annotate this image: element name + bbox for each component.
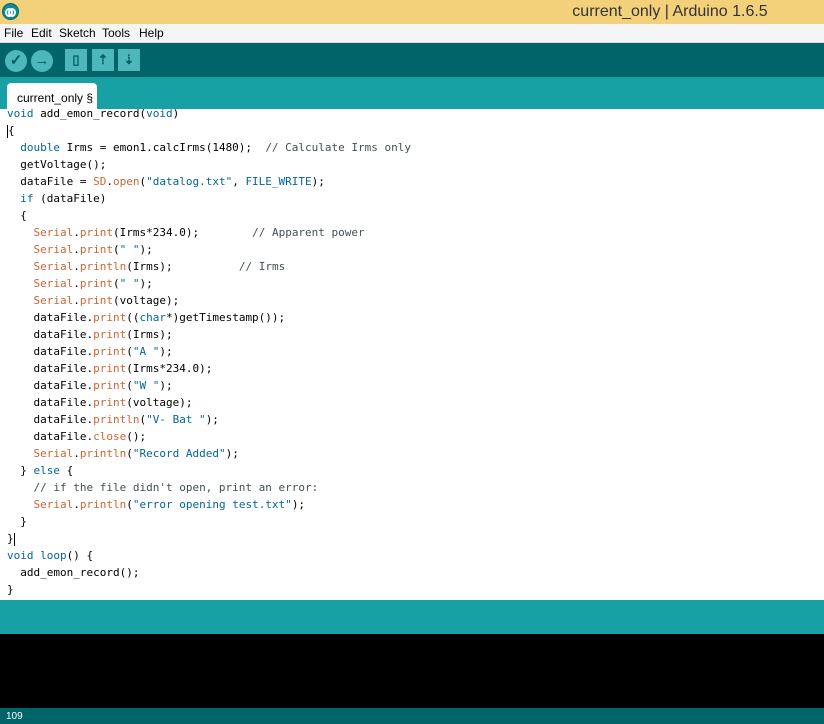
code-line: void loop() { bbox=[7, 549, 94, 562]
code-line: dataFile.println("V- Bat "); bbox=[7, 413, 219, 426]
code-line: Serial.println("Record Added"); bbox=[33, 447, 239, 460]
code-line: dataFile.print("A "); bbox=[7, 345, 173, 358]
verify-icon[interactable]: ✓ bbox=[5, 50, 27, 72]
code-line: double Irms = emon1.calcIrms(1480); // C… bbox=[20, 141, 412, 154]
window-title: current_only | Arduino 1.6.5 bbox=[572, 3, 768, 20]
tab-strip: current_only § bbox=[0, 77, 824, 109]
code-line: dataFile.print(Irms); bbox=[7, 328, 173, 341]
menu-file[interactable]: File bbox=[4, 26, 23, 40]
toolbar: ✓ → ▯ ⇡ ⇣ bbox=[0, 43, 824, 77]
message-bar bbox=[0, 600, 824, 634]
code-line: dataFile.print("W "); bbox=[7, 379, 173, 392]
open-icon[interactable]: ⇡ bbox=[92, 49, 114, 71]
code-editor[interactable]: void add_emon_record(void) { double Irms… bbox=[0, 109, 824, 600]
code-line: Serial.print(Irms*234.0); // Apparent po… bbox=[33, 226, 365, 239]
menu-help[interactable]: Help bbox=[139, 26, 164, 40]
console-output[interactable] bbox=[0, 634, 824, 708]
code-line: dataFile.print(voltage); bbox=[7, 396, 193, 409]
code-line: } bbox=[7, 515, 27, 528]
code-line: dataFile.print(Irms*234.0); bbox=[7, 362, 213, 375]
line-number: 109 bbox=[6, 711, 23, 722]
code-line: getVoltage(); bbox=[7, 158, 107, 171]
arduino-logo-icon bbox=[2, 3, 19, 20]
code-line: add_emon_record(); bbox=[7, 566, 140, 579]
status-bar: 109 bbox=[0, 708, 824, 724]
menu-edit[interactable]: Edit bbox=[31, 26, 52, 40]
code-line: { bbox=[7, 209, 27, 222]
code-line: void add_emon_record(void) bbox=[7, 109, 180, 120]
code-line: dataFile = SD.open("datalog.txt", FILE_W… bbox=[7, 175, 325, 188]
code-line: dataFile.close(); bbox=[7, 430, 147, 443]
code-line: Serial.print(voltage); bbox=[33, 294, 180, 307]
title-bar: current_only | Arduino 1.6.5 bbox=[0, 0, 824, 24]
code-line: Serial.print(" "); bbox=[33, 243, 153, 256]
menu-bar: File Edit Sketch Tools Help bbox=[0, 24, 824, 43]
code-line: Serial.print(" "); bbox=[33, 277, 153, 290]
new-icon[interactable]: ▯ bbox=[65, 49, 87, 71]
save-icon[interactable]: ⇣ bbox=[118, 49, 140, 71]
upload-icon[interactable]: → bbox=[31, 50, 53, 72]
code-line: // if the file didn't open, print an err… bbox=[33, 481, 319, 494]
code-line: } else { bbox=[7, 464, 74, 477]
code-line: } bbox=[7, 583, 14, 596]
code-line: if (dataFile) bbox=[20, 192, 107, 205]
tab-current-only[interactable]: current_only § bbox=[7, 83, 97, 109]
code-line: dataFile.print((char*)getTimestamp()); bbox=[7, 311, 286, 324]
menu-sketch[interactable]: Sketch bbox=[59, 26, 96, 40]
code-line: } bbox=[7, 532, 15, 546]
code-line: { bbox=[7, 124, 15, 138]
code-line: Serial.println(Irms); // Irms bbox=[33, 260, 286, 273]
code-line: Serial.println("error opening test.txt")… bbox=[33, 498, 306, 511]
menu-tools[interactable]: Tools bbox=[102, 26, 130, 40]
